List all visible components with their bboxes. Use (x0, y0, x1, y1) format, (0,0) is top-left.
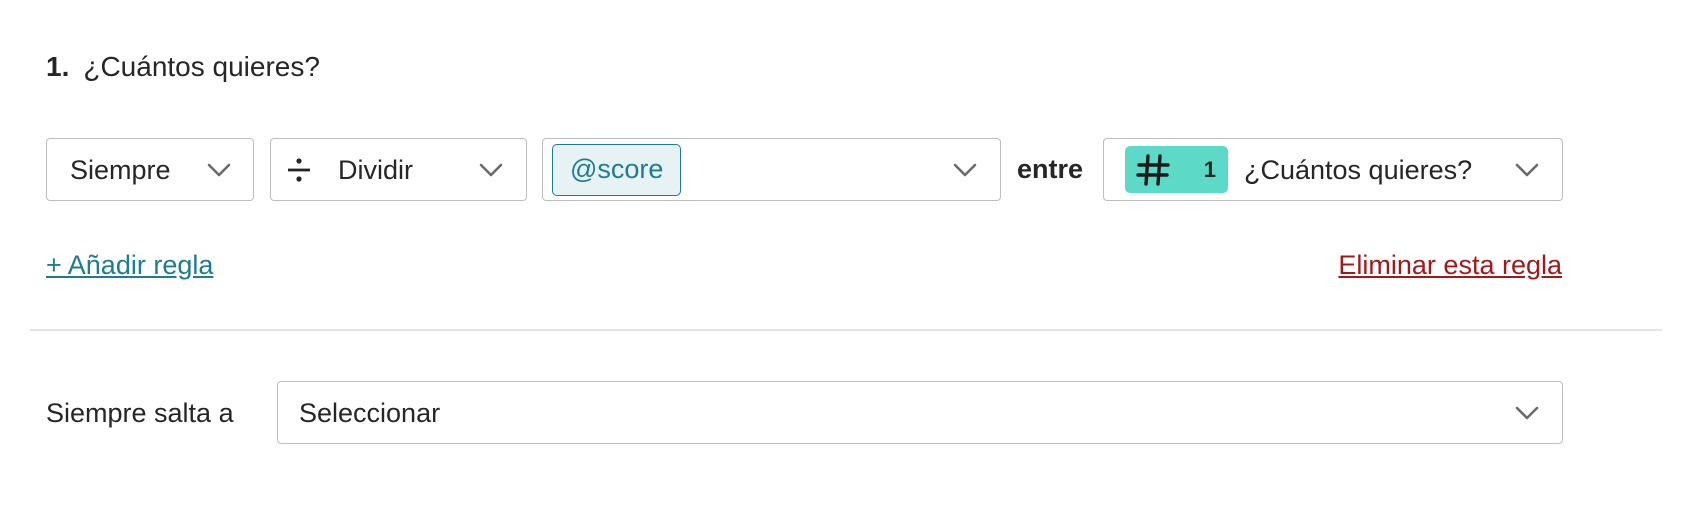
variable-select[interactable]: @score (542, 138, 1001, 201)
variable-chip[interactable]: @score (552, 143, 682, 196)
add-rule-link[interactable]: + Añadir regla (46, 248, 213, 282)
question-title: ¿Cuántos quieres? (83, 51, 320, 82)
chevron-down-icon (953, 163, 977, 176)
divide-icon (288, 157, 310, 182)
section-divider (30, 329, 1662, 331)
target-question-select[interactable]: 1 ¿Cuántos quieres? (1103, 138, 1563, 201)
chevron-down-icon (1515, 163, 1539, 176)
chevron-down-icon (479, 163, 503, 176)
condition-select[interactable]: Siempre (46, 138, 254, 201)
delete-rule-link[interactable]: Eliminar esta regla (1338, 248, 1562, 282)
target-question-title: ¿Cuántos quieres? (1244, 154, 1473, 185)
condition-select-value: Siempre (70, 154, 171, 185)
chevron-down-icon (1515, 406, 1539, 419)
question-chip-number: 1 (1203, 156, 1216, 182)
jump-select-value: Seleccionar (299, 397, 441, 428)
operation-select[interactable]: Dividir (270, 138, 527, 201)
question-number-chip: 1 (1125, 146, 1228, 193)
jump-destination-select[interactable]: Seleccionar (277, 381, 1563, 444)
jump-label: Siempre salta a (46, 398, 234, 428)
question-number: 1. (46, 51, 70, 82)
question-heading: 1. ¿Cuántos quieres? (46, 48, 320, 86)
connector-text: entre (1017, 154, 1084, 184)
logic-rule-page: 1. ¿Cuántos quieres? Siempre Dividir @sco… (0, 0, 1694, 508)
operation-select-value: Dividir (338, 154, 414, 185)
chevron-down-icon (207, 163, 231, 176)
hash-icon (1136, 153, 1170, 186)
